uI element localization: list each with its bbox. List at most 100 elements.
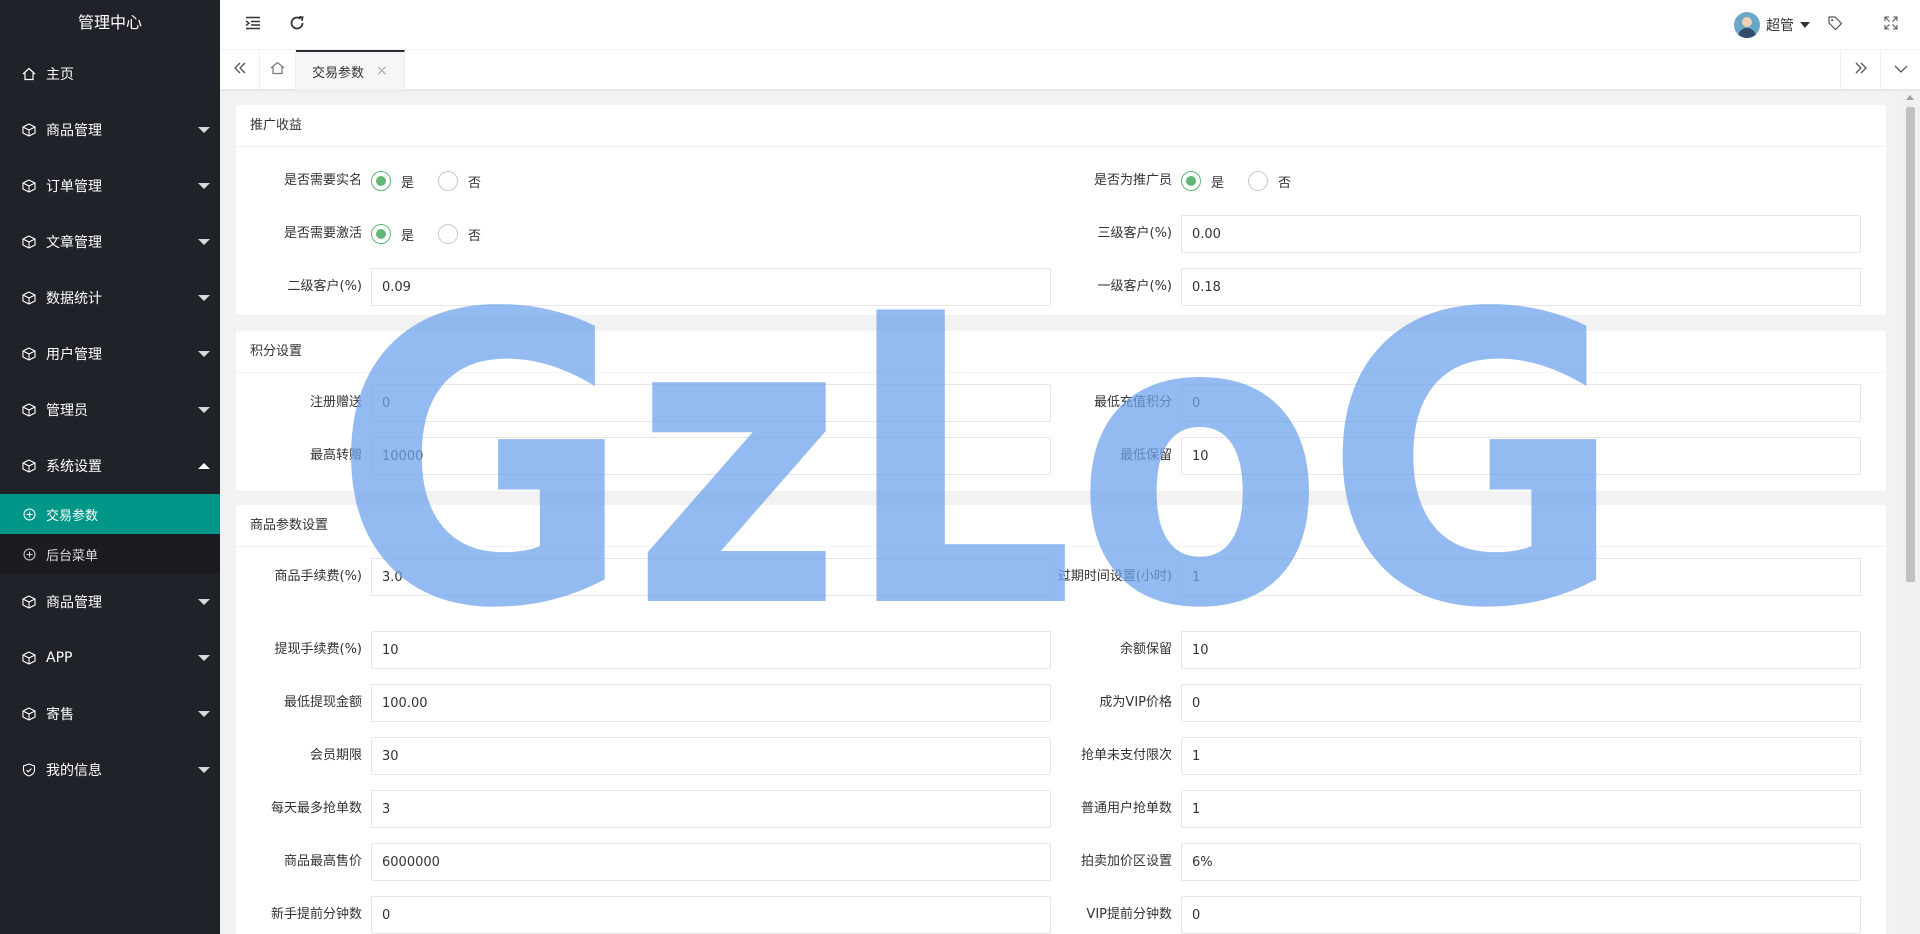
form-row: 二级客户(%) — [236, 268, 1051, 306]
radio-label: 是 — [401, 175, 415, 191]
level2-input[interactable] — [371, 268, 1051, 306]
radio-yes[interactable]: 是 — [371, 171, 414, 191]
sidebar-subitem-admin-menu[interactable]: 后台菜单 — [0, 534, 220, 574]
field-label: 是否为推广员 — [1093, 173, 1172, 188]
chevron-down-icon — [198, 655, 210, 661]
sidebar-item-label: 我的信息 — [46, 763, 102, 779]
sidebar-item-home[interactable]: 主页 — [0, 46, 220, 102]
form-row: 三级客户(%) — [1046, 215, 1861, 253]
sidebar-item-articles[interactable]: 文章管理 — [0, 214, 220, 270]
form-row: 最低充值积分 — [1046, 384, 1861, 422]
double-chevron-right-icon — [1854, 62, 1868, 78]
sidebar-item-label: 数据统计 — [46, 291, 102, 307]
sidebar-item-users[interactable]: 用户管理 — [0, 326, 220, 382]
form-row: 是否为推广员 是 否 — [1046, 162, 1315, 200]
user-menu[interactable]: 超管 — [1734, 0, 1810, 50]
radio-no[interactable]: 否 — [1248, 171, 1291, 191]
sidebar-item-label: 用户管理 — [46, 347, 102, 363]
cube-icon — [20, 347, 38, 361]
max-price-input[interactable] — [371, 843, 1051, 881]
balance-reserve-input[interactable] — [1181, 631, 1861, 669]
collapse-sidebar-button[interactable] — [228, 0, 278, 50]
sidebar-item-goods[interactable]: 商品管理 — [0, 102, 220, 158]
form-row: 商品手续费(%) — [236, 558, 1051, 596]
radio-label: 是 — [401, 228, 415, 244]
min-withdraw-input[interactable] — [371, 684, 1051, 722]
theme-button[interactable] — [1810, 0, 1860, 50]
chevron-down-icon — [198, 711, 210, 717]
tab-scroll-left-button[interactable] — [220, 50, 260, 90]
sidebar-item-my-info[interactable]: 我的信息 — [0, 742, 220, 798]
double-chevron-left-icon — [233, 62, 247, 78]
vip-price-input[interactable] — [1181, 684, 1861, 722]
sidebar-item-system-settings[interactable]: 系统设置 — [0, 438, 220, 494]
vip-advance-input[interactable] — [1181, 896, 1861, 934]
sidebar-subitem-trade-params[interactable]: 交易参数 — [0, 494, 220, 534]
withdraw-fee-input[interactable] — [371, 631, 1051, 669]
normal-user-orders-input[interactable] — [1181, 790, 1861, 828]
field-label: 抢单未支付限次 — [1080, 748, 1172, 763]
chevron-down-icon — [198, 767, 210, 773]
form-row: 最高转赠 — [236, 437, 1051, 475]
sidebar-item-label: 主页 — [46, 67, 74, 83]
markup-input[interactable] — [1181, 843, 1861, 881]
sidebar-item-label: 商品管理 — [46, 595, 102, 611]
register-gift-input[interactable] — [371, 384, 1051, 422]
tab-scroll-right-button[interactable] — [1840, 50, 1880, 90]
chevron-down-icon — [198, 351, 210, 357]
level3-input[interactable] — [1181, 215, 1861, 253]
sidebar-item-app[interactable]: APP — [0, 630, 220, 686]
sidebar-item-label: APP — [46, 650, 73, 666]
min-recharge-points-input[interactable] — [1181, 384, 1861, 422]
sidebar-item-consignment[interactable]: 寄售 — [0, 686, 220, 742]
chevron-down-icon — [198, 239, 210, 245]
home-icon — [270, 61, 285, 79]
fullscreen-button[interactable] — [1866, 0, 1916, 50]
min-reserve-input[interactable] — [1181, 437, 1861, 475]
form-row: 最低提现金额 — [236, 684, 1051, 722]
cube-icon — [20, 651, 38, 665]
tag-icon — [1827, 15, 1843, 35]
level1-input[interactable] — [1181, 268, 1861, 306]
home-tab[interactable] — [260, 50, 296, 90]
radio-yes[interactable]: 是 — [1181, 171, 1224, 191]
chevron-down-icon — [198, 407, 210, 413]
sidebar-item-orders[interactable]: 订单管理 — [0, 158, 220, 214]
radio-label: 否 — [468, 228, 482, 244]
field-label: 普通用户抢单数 — [1080, 801, 1172, 816]
chevron-down-icon — [198, 127, 210, 133]
radio-yes[interactable]: 是 — [371, 224, 414, 244]
field-label: VIP提前分钟数 — [1086, 907, 1172, 922]
tab-trade-params[interactable]: 交易参数 × — [296, 50, 405, 90]
points-card: 积分设置 注册赠送 最低充值积分 最高转赠 最低保留 — [236, 331, 1886, 491]
member-period-input[interactable] — [371, 737, 1051, 775]
unpaid-limit-input[interactable] — [1181, 737, 1861, 775]
expire-hours-input[interactable] — [1181, 558, 1861, 596]
sidebar-subitem-label: 交易参数 — [46, 508, 99, 524]
form-row: 抢单未支付限次 — [1046, 737, 1861, 775]
daily-max-orders-input[interactable] — [371, 790, 1051, 828]
radio-dot — [1248, 171, 1269, 191]
cube-icon — [20, 291, 38, 305]
tab-actions-dropdown[interactable] — [1880, 50, 1920, 90]
scroll-up-arrow-icon[interactable] — [1906, 95, 1914, 100]
max-transfer-input[interactable] — [371, 437, 1051, 475]
radio-dot — [371, 224, 391, 244]
field-label: 过期时间设置(小时) — [1057, 569, 1172, 584]
radio-label: 否 — [468, 175, 482, 191]
scrollbar[interactable] — [1900, 91, 1920, 934]
refresh-button[interactable] — [272, 0, 322, 50]
radio-no[interactable]: 否 — [438, 224, 481, 244]
sidebar-item-stats[interactable]: 数据统计 — [0, 270, 220, 326]
novice-advance-input[interactable] — [371, 896, 1051, 934]
goods-fee-input[interactable] — [371, 558, 1051, 596]
radio-no[interactable]: 否 — [438, 171, 481, 191]
scrollbar-thumb[interactable] — [1906, 107, 1915, 582]
cube-icon — [20, 403, 38, 417]
form-row: 一级客户(%) — [1046, 268, 1861, 306]
close-icon[interactable]: × — [376, 63, 388, 79]
chevron-down-icon — [198, 183, 210, 189]
goods-card: 商品参数设置 商品手续费(%) 过期时间设置(小时) 提现手续费(%) 余额保留… — [236, 505, 1886, 934]
sidebar-item-admins[interactable]: 管理员 — [0, 382, 220, 438]
sidebar-item-goods-2[interactable]: 商品管理 — [0, 574, 220, 630]
